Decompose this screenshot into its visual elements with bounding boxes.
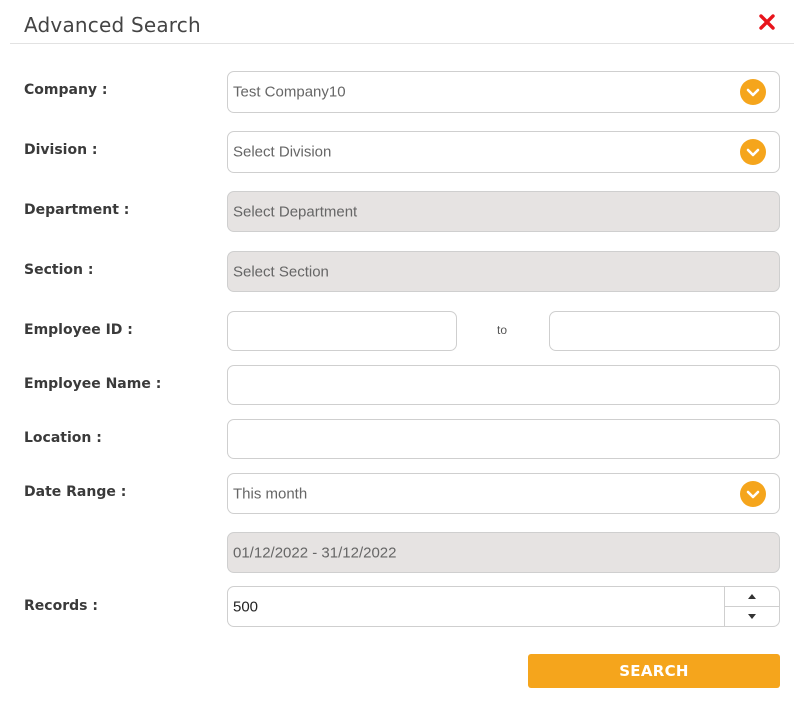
date-range-select[interactable]: This month xyxy=(227,473,780,514)
employee-name-input[interactable] xyxy=(227,365,780,405)
caret-up-icon xyxy=(748,594,756,599)
dialog-title: Advanced Search xyxy=(24,13,201,37)
division-select[interactable]: Select Division xyxy=(227,131,780,173)
location-label: Location : xyxy=(24,430,102,446)
chevron-down-icon[interactable] xyxy=(740,139,766,165)
date-range-text: 01/12/2022 - 31/12/2022 xyxy=(233,544,397,561)
employee-id-separator: to xyxy=(497,323,508,337)
department-select: Select Department xyxy=(227,191,780,232)
close-icon[interactable] xyxy=(758,13,776,31)
spinner-up-button[interactable] xyxy=(725,587,779,607)
records-label: Records : xyxy=(24,598,98,614)
company-selected-value: Test Company10 xyxy=(233,83,346,101)
section-select: Select Section xyxy=(227,251,780,292)
date-range-display: 01/12/2022 - 31/12/2022 xyxy=(227,532,780,573)
division-label: Division : xyxy=(24,142,98,158)
chevron-down-icon[interactable] xyxy=(740,480,766,507)
employee-name-label: Employee Name : xyxy=(24,376,162,392)
records-spinner xyxy=(724,587,779,626)
date-range-selected-value: This month xyxy=(233,485,308,502)
section-placeholder: Select Section xyxy=(233,263,329,280)
employee-id-to-input[interactable] xyxy=(549,311,780,351)
company-label: Company : xyxy=(24,82,108,98)
employee-id-from-input[interactable] xyxy=(227,311,457,351)
department-label: Department : xyxy=(24,202,130,218)
records-value: 500 xyxy=(233,598,259,615)
search-button[interactable]: SEARCH xyxy=(528,654,780,688)
spinner-down-button[interactable] xyxy=(725,607,779,627)
location-input[interactable] xyxy=(227,419,780,459)
records-number-input[interactable]: 500 xyxy=(227,586,780,627)
company-select[interactable]: Test Company10 xyxy=(227,71,780,113)
employee-id-label: Employee ID : xyxy=(24,322,133,338)
chevron-down-icon[interactable] xyxy=(740,79,766,105)
date-range-label: Date Range : xyxy=(24,484,127,500)
division-placeholder: Select Division xyxy=(233,143,332,161)
department-placeholder: Select Department xyxy=(233,203,358,220)
section-label: Section : xyxy=(24,262,94,278)
dialog-header: Advanced Search xyxy=(10,0,794,44)
caret-down-icon xyxy=(748,613,756,619)
